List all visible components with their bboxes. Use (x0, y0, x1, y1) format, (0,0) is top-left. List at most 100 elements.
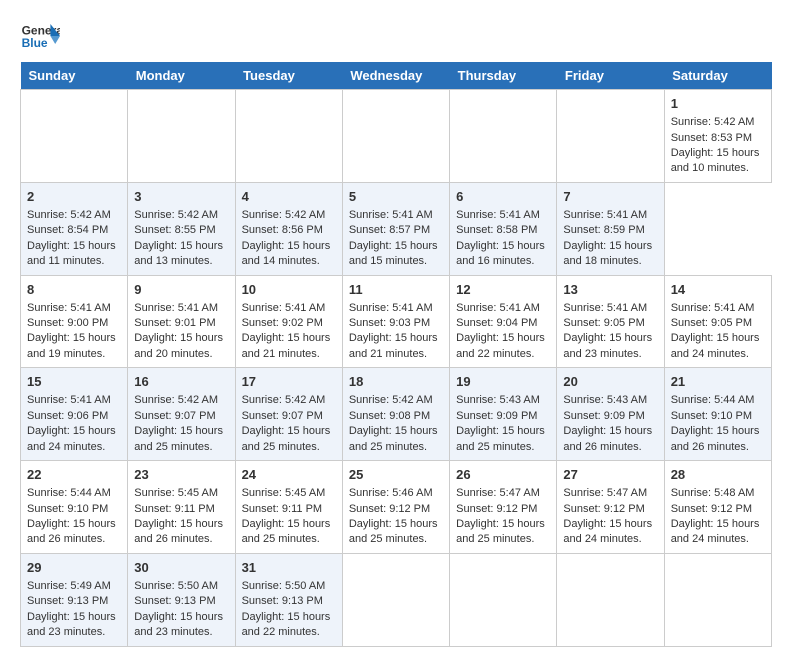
day-number: 16 (134, 373, 228, 391)
calendar-cell (128, 90, 235, 183)
sunset-text: Sunset: 9:13 PM (27, 595, 108, 607)
calendar-body: 1Sunrise: 5:42 AMSunset: 8:53 PMDaylight… (21, 90, 772, 647)
day-number: 13 (563, 281, 657, 299)
calendar-week-4: 15Sunrise: 5:41 AMSunset: 9:06 PMDayligh… (21, 368, 772, 461)
day-number: 11 (349, 281, 443, 299)
sunset-text: Sunset: 9:08 PM (349, 410, 430, 422)
calendar-cell: 17Sunrise: 5:42 AMSunset: 9:07 PMDayligh… (235, 368, 342, 461)
daylight-text: Daylight: 15 hours and 22 minutes. (242, 611, 331, 638)
daylight-text: Daylight: 15 hours and 26 minutes. (671, 425, 760, 452)
sunrise-text: Sunrise: 5:41 AM (242, 302, 326, 314)
sunrise-text: Sunrise: 5:42 AM (134, 209, 218, 221)
day-header-saturday: Saturday (664, 62, 771, 90)
calendar-cell: 28Sunrise: 5:48 AMSunset: 9:12 PMDayligh… (664, 461, 771, 554)
day-number: 29 (27, 559, 121, 577)
sunset-text: Sunset: 9:03 PM (349, 317, 430, 329)
daylight-text: Daylight: 15 hours and 24 minutes. (27, 425, 116, 452)
sunrise-text: Sunrise: 5:41 AM (456, 302, 540, 314)
day-number: 28 (671, 466, 765, 484)
sunrise-text: Sunrise: 5:42 AM (242, 209, 326, 221)
sunset-text: Sunset: 9:10 PM (671, 410, 752, 422)
sunset-text: Sunset: 9:06 PM (27, 410, 108, 422)
daylight-text: Daylight: 15 hours and 22 minutes. (456, 332, 545, 359)
sunrise-text: Sunrise: 5:44 AM (671, 394, 755, 406)
calendar-cell (21, 90, 128, 183)
calendar-cell: 24 Sunrise: 5:45 AM Sunset: 9:11 PM Dayligh… (235, 461, 342, 554)
day-header-thursday: Thursday (450, 62, 557, 90)
daylight-text: Daylight: 15 hours and 23 minutes. (134, 611, 223, 638)
daylight-text: Daylight: 15 hours and 15 minutes. (349, 240, 438, 267)
daylight-text: Daylight: 15 hours and 25 minutes. (242, 518, 331, 545)
calendar-cell: 3Sunrise: 5:42 AMSunset: 8:55 PMDaylight… (128, 182, 235, 275)
calendar-cell: 26Sunrise: 5:47 AMSunset: 9:12 PMDayligh… (450, 461, 557, 554)
daylight-text: Daylight: 15 hours and 13 minutes. (134, 240, 223, 267)
daylight-text: Daylight: 15 hours and 23 minutes. (27, 611, 116, 638)
svg-text:Blue: Blue (22, 36, 48, 50)
calendar-week-1: 1Sunrise: 5:42 AMSunset: 8:53 PMDaylight… (21, 90, 772, 183)
day-header-friday: Friday (557, 62, 664, 90)
daylight-text: Daylight: 15 hours and 25 minutes. (349, 425, 438, 452)
calendar-cell: 6Sunrise: 5:41 AMSunset: 8:58 PMDaylight… (450, 182, 557, 275)
day-number: 31 (242, 559, 336, 577)
day-number: 17 (242, 373, 336, 391)
daylight-text: Daylight: 15 hours and 26 minutes. (563, 425, 652, 452)
sunset-text: Sunset: 9:07 PM (242, 410, 323, 422)
calendar-cell: 20Sunrise: 5:43 AMSunset: 9:09 PMDayligh… (557, 368, 664, 461)
sunrise-text: Sunrise: 5:49 AM (27, 580, 111, 592)
sunset-text: Sunset: 9:04 PM (456, 317, 537, 329)
sunrise-text: Sunrise: 5:41 AM (349, 209, 433, 221)
sunset-text: Sunset: 9:10 PM (27, 503, 108, 515)
daylight-text: Daylight: 15 hours and 20 minutes. (134, 332, 223, 359)
calendar-week-3: 8Sunrise: 5:41 AMSunset: 9:00 PMDaylight… (21, 275, 772, 368)
calendar-cell: 8Sunrise: 5:41 AMSunset: 9:00 PMDaylight… (21, 275, 128, 368)
calendar-cell: 25Sunrise: 5:46 AMSunset: 9:12 PMDayligh… (342, 461, 449, 554)
sunrise-text: Sunrise: 5:42 AM (349, 394, 433, 406)
calendar-cell: 27Sunrise: 5:47 AMSunset: 9:12 PMDayligh… (557, 461, 664, 554)
daylight-text: Daylight: 15 hours and 24 minutes. (671, 518, 760, 545)
daylight-text: Daylight: 15 hours and 25 minutes. (242, 425, 331, 452)
calendar-cell (557, 90, 664, 183)
day-number: 10 (242, 281, 336, 299)
day-number: 3 (134, 188, 228, 206)
daylight-text: Daylight: 15 hours and 23 minutes. (563, 332, 652, 359)
daylight-text: Daylight: 15 hours and 11 minutes. (27, 240, 116, 267)
day-header-monday: Monday (128, 62, 235, 90)
sunrise-text: Sunrise: 5:41 AM (349, 302, 433, 314)
sunset-text: Sunset: 8:58 PM (456, 224, 537, 236)
sunset-text: Sunset: 9:11 PM (242, 503, 323, 515)
day-number: 1 (671, 95, 765, 113)
calendar-cell: 13Sunrise: 5:41 AMSunset: 9:05 PMDayligh… (557, 275, 664, 368)
calendar-cell: 23Sunrise: 5:45 AMSunset: 9:11 PMDayligh… (128, 461, 235, 554)
day-number: 24 (242, 466, 336, 484)
day-number: 25 (349, 466, 443, 484)
sunrise-text: Sunrise: 5:45 AM (242, 487, 326, 499)
calendar-cell: 10Sunrise: 5:41 AMSunset: 9:02 PMDayligh… (235, 275, 342, 368)
day-number: 21 (671, 373, 765, 391)
calendar-cell: 11Sunrise: 5:41 AMSunset: 9:03 PMDayligh… (342, 275, 449, 368)
daylight-text: Daylight: 15 hours and 25 minutes. (349, 518, 438, 545)
sunrise-text: Sunrise: 5:47 AM (563, 487, 647, 499)
sunrise-text: Sunrise: 5:50 AM (134, 580, 218, 592)
day-number: 2 (27, 188, 121, 206)
sunset-text: Sunset: 8:54 PM (27, 224, 108, 236)
calendar-cell: 19Sunrise: 5:43 AMSunset: 9:09 PMDayligh… (450, 368, 557, 461)
daylight-text: Daylight: 15 hours and 16 minutes. (456, 240, 545, 267)
calendar-week-2: 2 Sunrise: 5:42 AM Sunset: 8:54 PM Daylight… (21, 182, 772, 275)
day-number: 27 (563, 466, 657, 484)
calendar-cell (450, 90, 557, 183)
sunrise-text: Sunrise: 5:42 AM (27, 209, 111, 221)
day-number: 14 (671, 281, 765, 299)
calendar-cell: 4Sunrise: 5:42 AMSunset: 8:56 PMDaylight… (235, 182, 342, 275)
sunset-text: Sunset: 9:05 PM (671, 317, 752, 329)
calendar-cell: 15Sunrise: 5:41 AMSunset: 9:06 PMDayligh… (21, 368, 128, 461)
sunset-text: Sunset: 9:09 PM (456, 410, 537, 422)
calendar-cell (342, 553, 449, 646)
sunset-text: Sunset: 9:02 PM (242, 317, 323, 329)
daylight-text: Daylight: 15 hours and 26 minutes. (134, 518, 223, 545)
day-number: 30 (134, 559, 228, 577)
sunrise-text: Sunrise: 5:47 AM (456, 487, 540, 499)
day-number: 9 (134, 281, 228, 299)
sunset-text: Sunset: 9:09 PM (563, 410, 644, 422)
logo-icon: General Blue (20, 20, 60, 52)
day-number: 18 (349, 373, 443, 391)
